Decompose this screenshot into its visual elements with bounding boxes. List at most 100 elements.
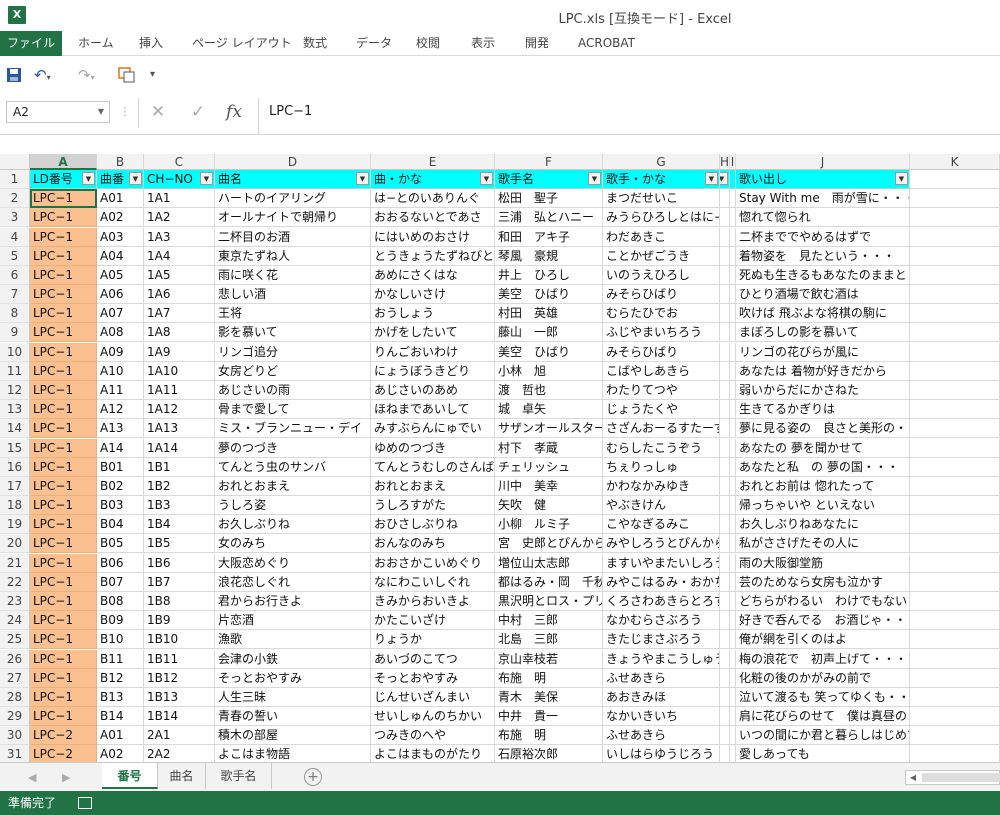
- table-cell[interactable]: 王将: [215, 304, 371, 324]
- table-cell[interactable]: 1A8: [144, 323, 215, 343]
- table-cell[interactable]: A06: [97, 285, 144, 305]
- table-cell[interactable]: 君からお行きよ: [215, 591, 371, 611]
- empty-cell[interactable]: [730, 400, 736, 420]
- table-cell[interactable]: なかむらさぶろう: [603, 611, 720, 631]
- table-cell[interactable]: 積木の部屋: [215, 726, 371, 746]
- table-cell[interactable]: LPC−1: [30, 611, 97, 631]
- table-cell[interactable]: 京山幸枝若: [495, 649, 603, 669]
- tab-insert[interactable]: 挿入: [139, 31, 163, 56]
- table-cell[interactable]: まつだせいこ: [603, 189, 720, 209]
- empty-cell[interactable]: [910, 400, 1000, 420]
- header-cell-ch-no[interactable]: CH−NO ▼: [144, 170, 215, 189]
- header-cell-title-kana[interactable]: 曲・かな ▼: [371, 170, 495, 189]
- empty-cell[interactable]: [720, 189, 730, 209]
- table-cell[interactable]: 1A4: [144, 246, 215, 266]
- table-cell[interactable]: LPC−1: [30, 285, 97, 305]
- table-cell[interactable]: A03: [97, 227, 144, 247]
- table-cell[interactable]: いつの間にか君と暮らしはじめて: [736, 726, 910, 746]
- row-header[interactable]: 21: [0, 553, 30, 573]
- table-cell[interactable]: 雨に咲く花: [215, 265, 371, 285]
- table-cell[interactable]: よこはまものがたり: [371, 745, 495, 762]
- table-cell[interactable]: LPC−1: [30, 380, 97, 400]
- table-cell[interactable]: 人生三昧: [215, 687, 371, 707]
- table-cell[interactable]: あじさいのあめ: [371, 380, 495, 400]
- empty-cell[interactable]: [910, 572, 1000, 592]
- empty-cell[interactable]: [910, 515, 1000, 535]
- table-cell[interactable]: 2A1: [144, 726, 215, 746]
- row-header[interactable]: 4: [0, 227, 30, 247]
- scroll-thumb[interactable]: [922, 773, 1000, 782]
- table-cell[interactable]: 1A5: [144, 265, 215, 285]
- table-cell[interactable]: 化粧の後のかがみの前で: [736, 668, 910, 688]
- undo-icon[interactable]: ↶▾: [34, 57, 51, 93]
- formula-input[interactable]: LPC−1: [258, 98, 1000, 134]
- empty-cell[interactable]: [730, 496, 736, 516]
- table-cell[interactable]: リンゴの花びらが風に: [736, 342, 910, 362]
- table-cell[interactable]: きたじまさぶろう: [603, 630, 720, 650]
- table-cell[interactable]: A11: [97, 380, 144, 400]
- header-cell-ld-number[interactable]: LD番号 ▼: [30, 170, 97, 189]
- table-cell[interactable]: 1B4: [144, 515, 215, 535]
- table-cell[interactable]: とうきょうたずねびと: [371, 246, 495, 266]
- table-cell[interactable]: LPC−1: [30, 496, 97, 516]
- table-cell[interactable]: 俺が網を引くのはよ: [736, 630, 910, 650]
- table-cell[interactable]: おおさかこいめぐり: [371, 553, 495, 573]
- table-cell[interactable]: 石原裕次郎: [495, 745, 603, 762]
- table-cell[interactable]: LPC−1: [30, 342, 97, 362]
- empty-cell[interactable]: [910, 189, 1000, 209]
- table-cell[interactable]: 女房どりど: [215, 361, 371, 381]
- customize-icon[interactable]: ▾: [150, 57, 155, 93]
- empty-cell[interactable]: [720, 400, 730, 420]
- row-header[interactable]: 2: [0, 189, 30, 209]
- table-cell[interactable]: みうらひろしとはに−: [603, 208, 720, 228]
- table-cell[interactable]: おれとお前は 惚れたって: [736, 476, 910, 496]
- empty-cell[interactable]: [910, 361, 1000, 381]
- table-cell[interactable]: かわなかみゆき: [603, 476, 720, 496]
- empty-cell[interactable]: [730, 630, 736, 650]
- table-cell[interactable]: なかいきいち: [603, 707, 720, 727]
- empty-cell[interactable]: [720, 515, 730, 535]
- table-cell[interactable]: LPC−1: [30, 323, 97, 343]
- table-cell[interactable]: B13: [97, 687, 144, 707]
- table-cell[interactable]: そっとおやすみ: [215, 668, 371, 688]
- table-cell[interactable]: 川中 美幸: [495, 476, 603, 496]
- table-cell[interactable]: ますいやまたいしろう: [603, 553, 720, 573]
- row-header[interactable]: 14: [0, 419, 30, 439]
- empty-cell[interactable]: [720, 726, 730, 746]
- table-cell[interactable]: LPC−1: [30, 515, 97, 535]
- header-cell-opening-line[interactable]: 歌い出し ▼: [736, 170, 910, 189]
- table-cell[interactable]: 片恋酒: [215, 611, 371, 631]
- table-cell[interactable]: 雨の大阪御堂筋: [736, 553, 910, 573]
- table-cell[interactable]: A05: [97, 265, 144, 285]
- filter-dropdown-icon[interactable]: ▼: [705, 172, 718, 185]
- table-cell[interactable]: LPC−2: [30, 745, 97, 762]
- row-header[interactable]: 18: [0, 496, 30, 516]
- table-cell[interactable]: 村下 孝蔵: [495, 438, 603, 458]
- empty-cell[interactable]: [720, 304, 730, 324]
- empty-cell[interactable]: [910, 553, 1000, 573]
- table-cell[interactable]: りょうか: [371, 630, 495, 650]
- empty-cell[interactable]: [730, 515, 736, 535]
- empty-cell[interactable]: [730, 342, 736, 362]
- table-cell[interactable]: LPC−1: [30, 534, 97, 554]
- table-cell[interactable]: LPC−1: [30, 438, 97, 458]
- empty-cell[interactable]: [910, 265, 1000, 285]
- table-cell[interactable]: LPC−1: [30, 476, 97, 496]
- table-cell[interactable]: 小柳 ルミ子: [495, 515, 603, 535]
- table-cell[interactable]: 吹けば 飛ぶよな将棋の駒に: [736, 304, 910, 324]
- table-cell[interactable]: ふせあきら: [603, 668, 720, 688]
- table-cell[interactable]: 漁歌: [215, 630, 371, 650]
- empty-cell[interactable]: [720, 687, 730, 707]
- table-cell[interactable]: 1B9: [144, 611, 215, 631]
- row-header[interactable]: 12: [0, 380, 30, 400]
- tab-acrobat[interactable]: ACROBAT: [578, 31, 635, 56]
- table-cell[interactable]: B05: [97, 534, 144, 554]
- filter-dropdown-icon[interactable]: ▼: [720, 172, 728, 185]
- table-cell[interactable]: 1A13: [144, 419, 215, 439]
- table-cell[interactable]: きょうやまこうしゅうじゃく: [603, 649, 720, 669]
- empty-cell[interactable]: [910, 611, 1000, 631]
- header-cell-col-h[interactable]: ▼: [720, 170, 730, 189]
- table-cell[interactable]: 1A1: [144, 189, 215, 209]
- table-cell[interactable]: みやこはるみ・おかちあき: [603, 572, 720, 592]
- table-cell[interactable]: よこはま物語: [215, 745, 371, 762]
